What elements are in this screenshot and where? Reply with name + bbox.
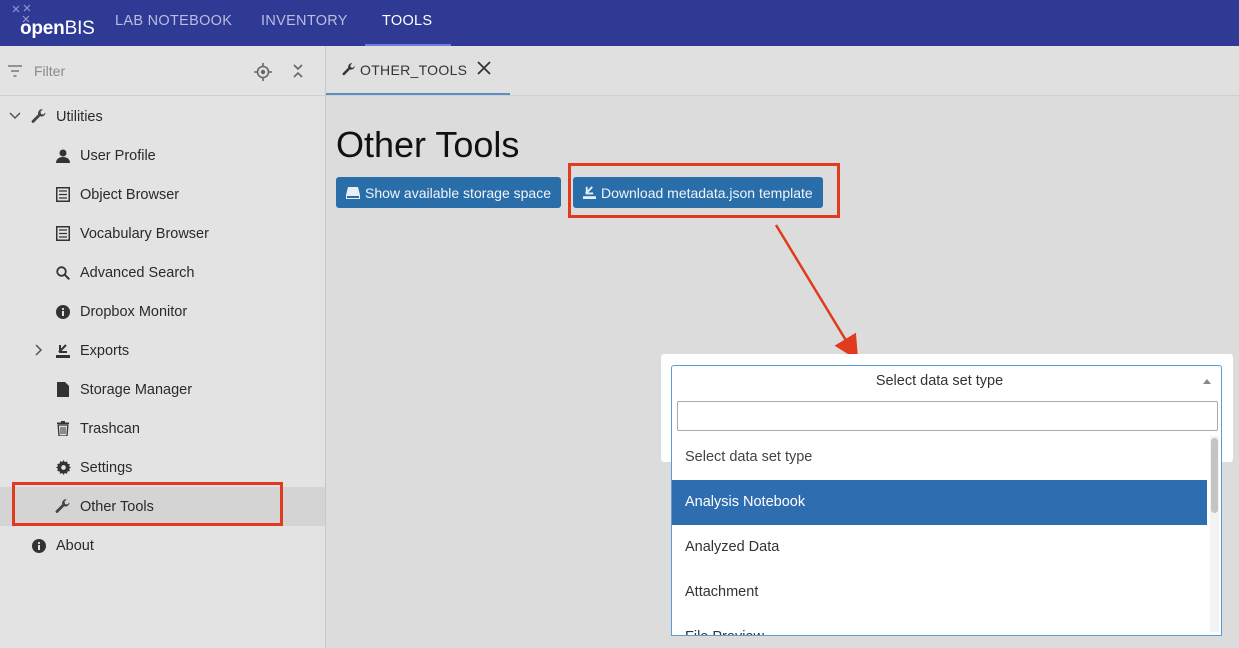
list-icon (54, 225, 72, 243)
chevron-right-icon[interactable] (32, 343, 46, 357)
openbis-logo[interactable]: openBIS (0, 0, 100, 46)
sidebar-item-utilities[interactable]: Utilities (30, 97, 103, 136)
scrollbar-thumb[interactable] (1211, 438, 1218, 513)
nav-tools[interactable]: TOOLS (365, 0, 451, 46)
dropdown-option[interactable]: Select data set type (672, 435, 1207, 480)
dropdown-option[interactable]: Attachment (672, 570, 1207, 615)
page-title: Other Tools (336, 124, 520, 165)
filter-input[interactable]: Filter (34, 63, 65, 79)
sidebar-item-trashcan[interactable]: Trashcan (54, 409, 140, 448)
filter-icon (8, 65, 22, 77)
dropdown-scrollbar[interactable] (1210, 436, 1219, 632)
sidebar-item-label: Trashcan (80, 420, 140, 437)
sidebar-item-label: Vocabulary Browser (80, 225, 209, 242)
file-icon (54, 381, 72, 399)
sidebar-item-storage-manager[interactable]: Storage Manager (54, 370, 192, 409)
list-icon (54, 186, 72, 204)
dropdown-option[interactable]: File Preview (672, 615, 1207, 635)
info-icon (30, 537, 48, 555)
dataset-type-dropdown: Select data set type Analysis Notebook A… (671, 396, 1222, 636)
highlight-box-other-tools (12, 482, 283, 526)
dropdown-option[interactable]: Analyzed Data (672, 525, 1207, 570)
sidebar-item-exports[interactable]: Exports (54, 331, 129, 370)
nav-lab-notebook[interactable]: LAB NOTEBOOK (115, 0, 232, 46)
sidebar-item-label: Dropbox Monitor (80, 303, 188, 320)
sidebar: Filter Utilities User Profile Object Bro… (0, 46, 326, 648)
export-icon (54, 342, 72, 360)
sidebar-item-label: Advanced Search (80, 264, 195, 281)
locate-icon[interactable] (254, 63, 272, 81)
dropdown-options: Select data set type Analysis Notebook A… (672, 435, 1207, 635)
sidebar-filter: Filter (0, 46, 325, 96)
top-navigation-bar: openBIS LAB NOTEBOOK INVENTORY TOOLS (0, 0, 1239, 46)
sidebar-item-label: Exports (80, 342, 130, 359)
dropdown-option-highlighted[interactable]: Analysis Notebook (672, 480, 1207, 525)
sidebar-item-label: Settings (80, 459, 133, 476)
dropdown-search-input[interactable] (677, 401, 1218, 431)
user-icon (54, 147, 72, 165)
tab-label: OTHER_TOOLS (360, 61, 468, 78)
highlight-box-download-button (568, 163, 840, 218)
close-icon[interactable] (477, 61, 491, 75)
sidebar-item-label: Object Browser (80, 186, 180, 203)
sidebar-item-label: Utilities (56, 108, 103, 125)
chevron-down-icon[interactable] (8, 109, 22, 123)
select-value: Select data set type (875, 373, 1004, 389)
hard-drive-icon (346, 186, 360, 200)
sidebar-item-about[interactable]: About (30, 526, 94, 565)
sidebar-item-user-profile[interactable]: User Profile (54, 136, 156, 175)
nav-inventory[interactable]: INVENTORY (261, 0, 348, 46)
sidebar-item-advanced-search[interactable]: Advanced Search (54, 253, 194, 292)
sidebar-item-vocabulary-browser[interactable]: Vocabulary Browser (54, 214, 209, 253)
wrench-icon (30, 108, 48, 126)
trash-icon (54, 420, 72, 438)
logo-text: openBIS (20, 18, 95, 39)
gear-icon (54, 459, 72, 477)
sidebar-item-label: About (56, 537, 94, 554)
sidebar-item-label: User Profile (80, 147, 156, 164)
show-storage-space-button[interactable]: Show available storage space (336, 177, 562, 208)
search-icon (54, 264, 72, 282)
wrench-icon (342, 62, 356, 77)
sidebar-item-dropbox-monitor[interactable]: Dropbox Monitor (54, 292, 187, 331)
info-icon (54, 303, 72, 321)
tab-bar: OTHER_TOOLS (326, 46, 1239, 96)
dataset-type-select[interactable]: Select data set type (671, 365, 1222, 397)
sidebar-item-label: Storage Manager (80, 381, 193, 398)
caret-up-icon (1203, 379, 1211, 384)
button-label: Show available storage space (365, 184, 552, 201)
sidebar-item-object-browser[interactable]: Object Browser (54, 175, 179, 214)
collapse-all-icon[interactable] (292, 63, 304, 79)
